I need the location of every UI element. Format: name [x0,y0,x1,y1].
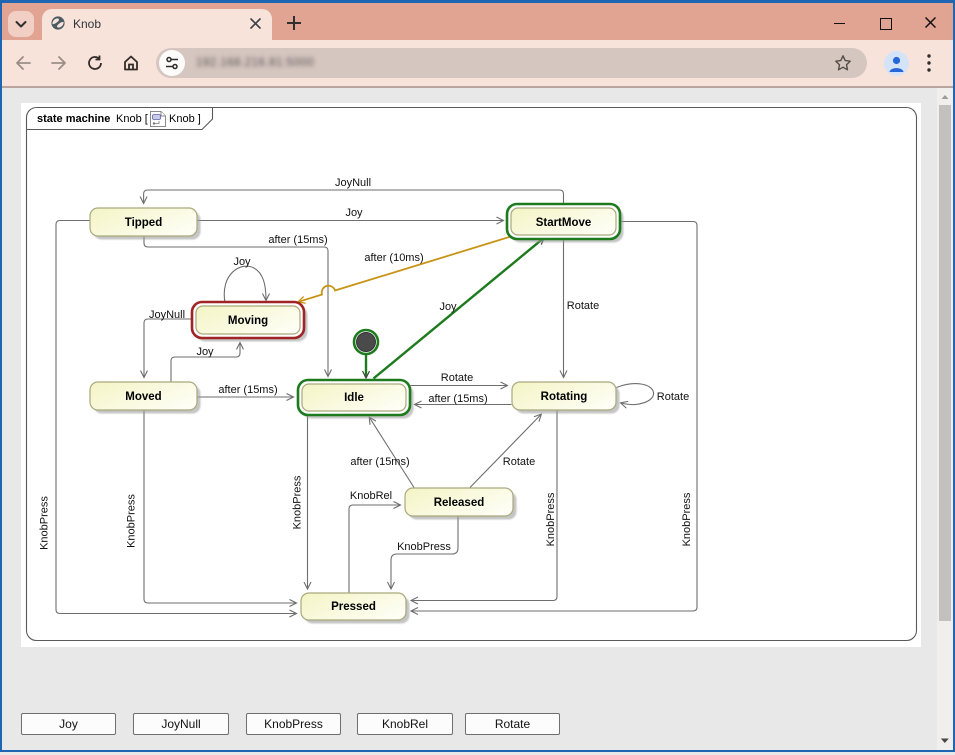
svg-text:after (15ms): after (15ms) [350,456,409,468]
svg-text:Rotating: Rotating [541,391,588,403]
svg-text:JoyNull: JoyNull [149,309,185,321]
svg-text:Rotate: Rotate [657,391,689,403]
svg-text:JoyNull: JoyNull [335,177,371,189]
svg-text:StartMove: StartMove [536,217,592,229]
svg-text:state machine: state machine [37,113,110,125]
svg-text:after (15ms): after (15ms) [218,384,277,396]
svg-text:Moved: Moved [125,391,161,403]
svg-text:KnobRel: KnobRel [350,490,392,502]
svg-text:KnobPress: KnobPress [681,492,693,546]
svg-text:KnobPress: KnobPress [545,492,557,546]
svg-text:after (10ms): after (10ms) [364,252,423,264]
svg-text:KnobPress: KnobPress [39,496,51,550]
svg-text:Tipped: Tipped [125,217,162,229]
svg-text:Knob [: Knob [ [116,113,148,125]
svg-text:KnobPress: KnobPress [397,541,451,553]
svg-text:Joy: Joy [233,256,251,268]
svg-text:Idle: Idle [344,392,364,404]
svg-text:KnobPress: KnobPress [292,475,304,529]
svg-text:Pressed: Pressed [331,601,376,613]
svg-text:Knob ]: Knob ] [169,113,201,125]
svg-text:KnobPress: KnobPress [126,494,138,548]
svg-text:Rotate: Rotate [441,372,473,384]
svg-text:Joy: Joy [196,346,214,358]
svg-text:Joy: Joy [345,207,363,219]
svg-text:Moving: Moving [228,315,268,327]
svg-text:after (15ms): after (15ms) [268,234,327,246]
svg-text:after (15ms): after (15ms) [428,393,487,405]
svg-text:Rotate: Rotate [503,456,535,468]
svg-text:Released: Released [434,497,485,509]
svg-text:Joy: Joy [439,301,457,313]
svg-text:Rotate: Rotate [567,300,599,312]
